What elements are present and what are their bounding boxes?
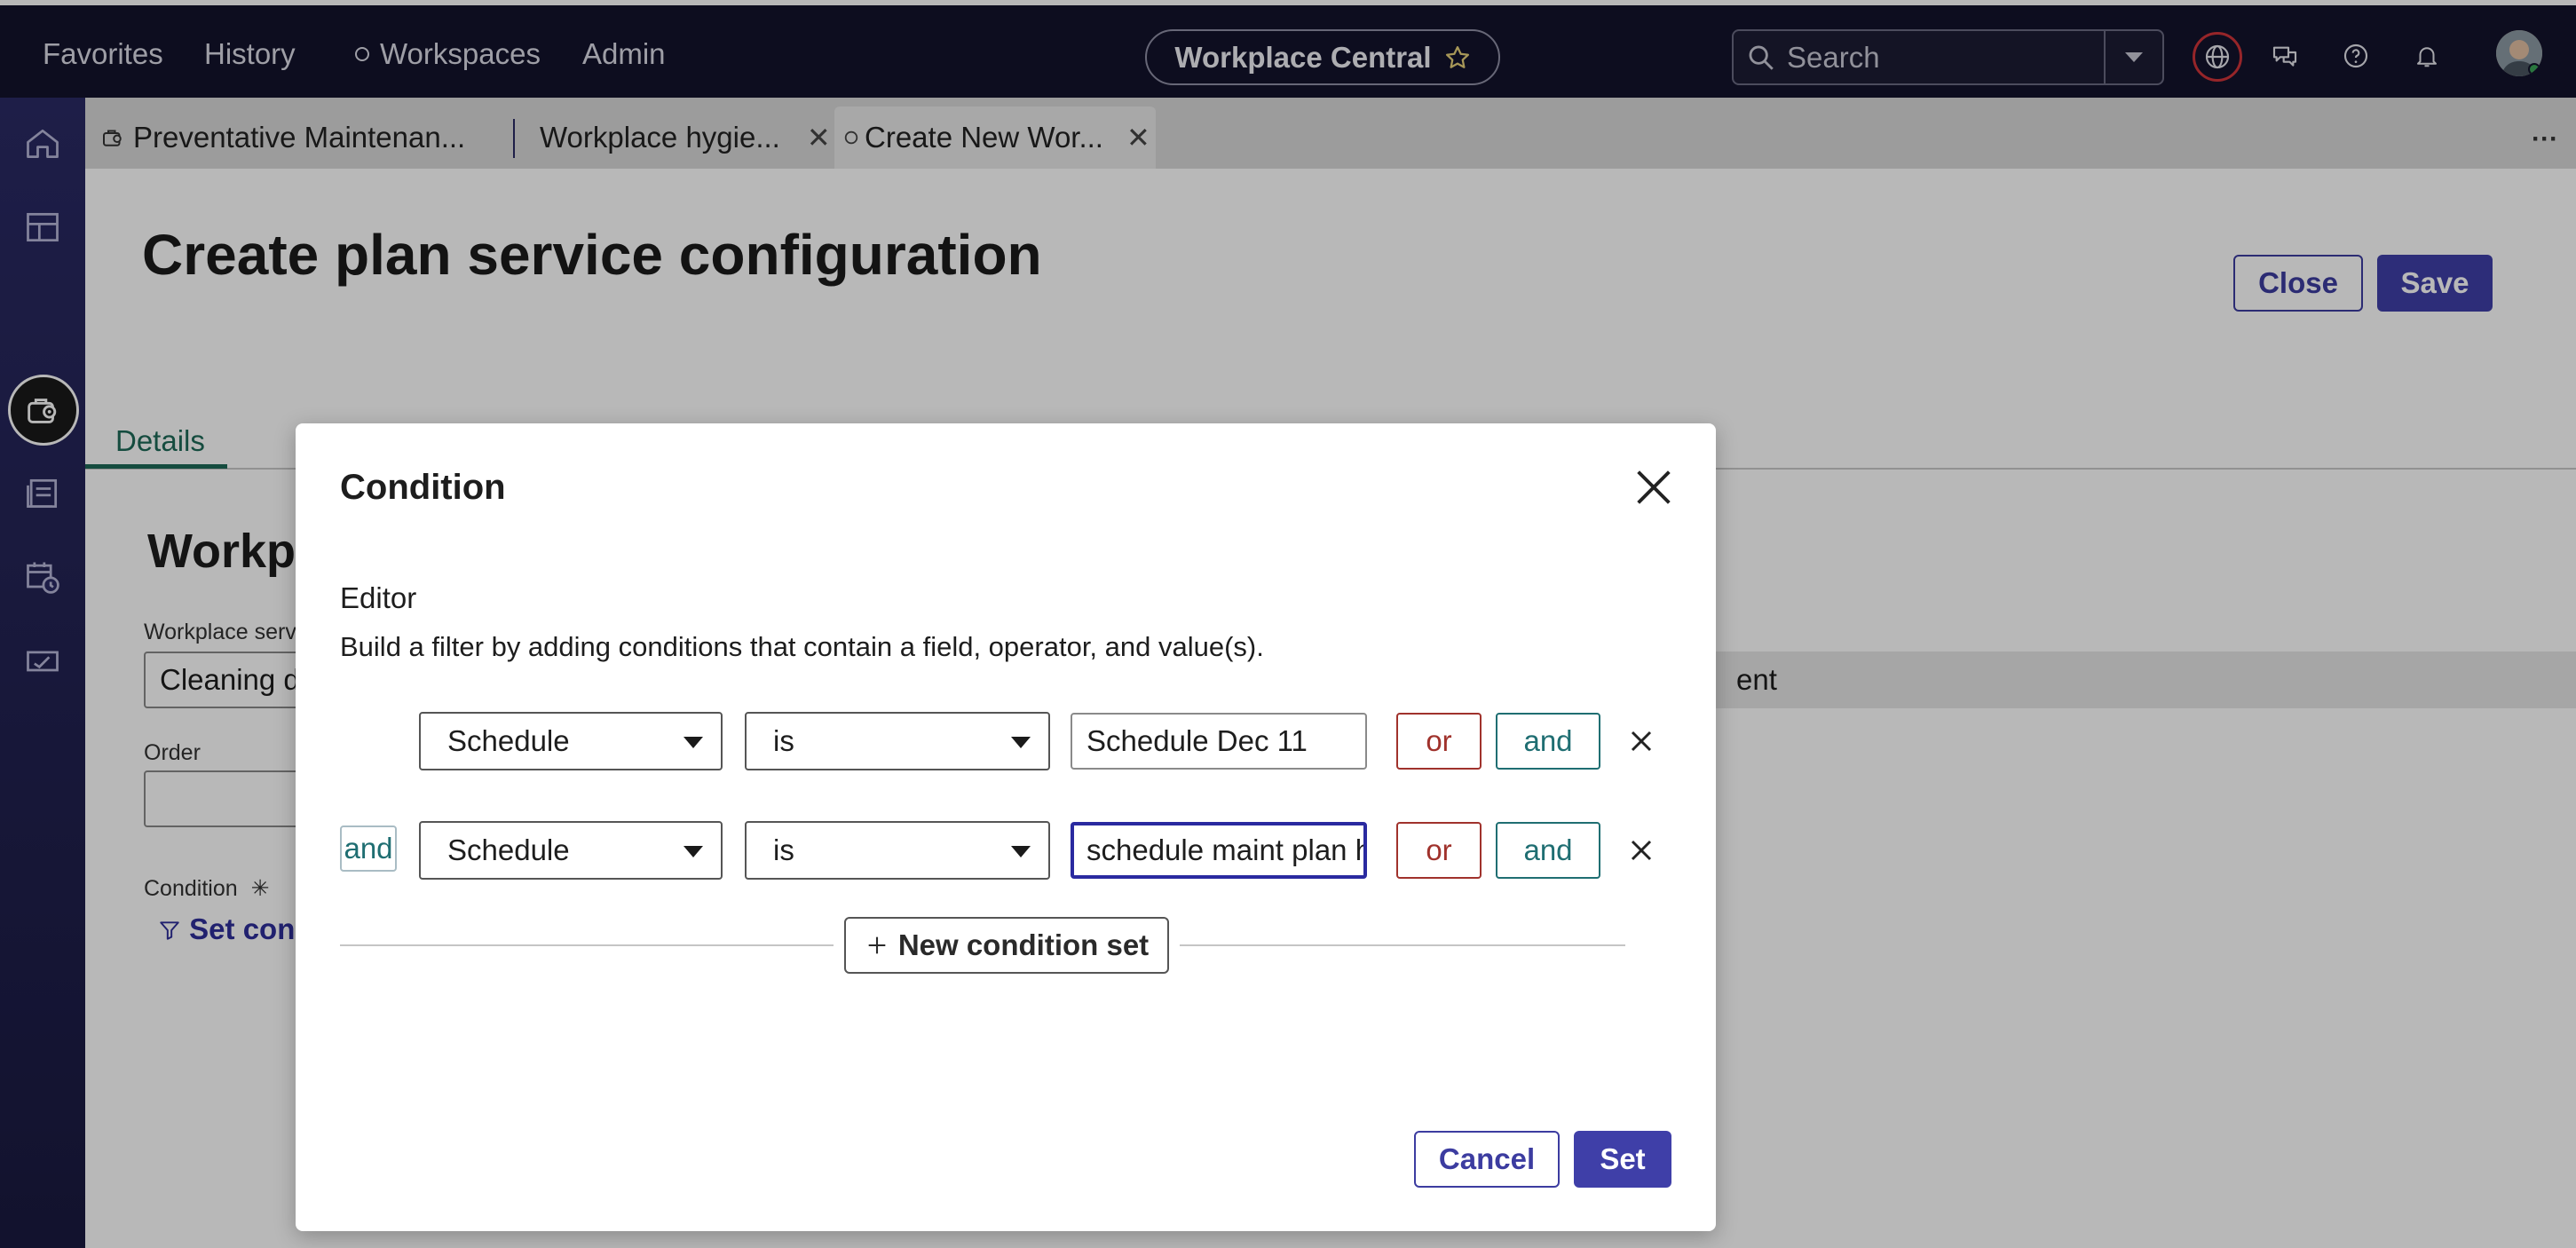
and-button[interactable]: and: [1496, 822, 1600, 879]
divider-left: [340, 944, 834, 946]
set-button[interactable]: Set: [1574, 1131, 1671, 1188]
field-select-value: Schedule: [447, 724, 570, 757]
condition-dialog: Condition Editor Build a filter by addin…: [296, 423, 1716, 1231]
operator-select-value: is: [773, 724, 794, 757]
cancel-button[interactable]: Cancel: [1414, 1131, 1560, 1188]
dialog-title: Condition: [340, 468, 506, 507]
divider-right: [1180, 944, 1625, 946]
field-select[interactable]: Schedule: [419, 821, 723, 880]
operator-select[interactable]: is: [745, 712, 1050, 770]
join-operator-label: and: [340, 825, 397, 872]
or-button[interactable]: or: [1396, 822, 1482, 879]
caret-down-icon: [1011, 737, 1031, 748]
delete-condition-icon[interactable]: [1624, 723, 1659, 759]
caret-down-icon: [1011, 846, 1031, 857]
plus-icon: [868, 936, 886, 954]
field-select-value: Schedule: [447, 833, 570, 866]
field-select[interactable]: Schedule: [419, 712, 723, 770]
delete-condition-icon[interactable]: [1624, 833, 1659, 868]
and-button[interactable]: and: [1496, 713, 1600, 770]
or-button[interactable]: or: [1396, 713, 1482, 770]
value-input[interactable]: schedule maint plan h: [1071, 822, 1367, 879]
close-icon[interactable]: [1631, 464, 1677, 510]
new-condition-set-label: New condition set: [897, 928, 1150, 961]
editor-description: Build a filter by adding conditions that…: [340, 631, 1264, 662]
new-condition-set-button[interactable]: New condition set: [844, 917, 1169, 974]
editor-heading: Editor: [340, 581, 417, 614]
caret-down-icon: [684, 737, 703, 748]
value-input[interactable]: Schedule Dec 11: [1071, 713, 1367, 770]
operator-select-value: is: [773, 833, 794, 866]
caret-down-icon: [684, 846, 703, 857]
operator-select[interactable]: is: [745, 821, 1050, 880]
